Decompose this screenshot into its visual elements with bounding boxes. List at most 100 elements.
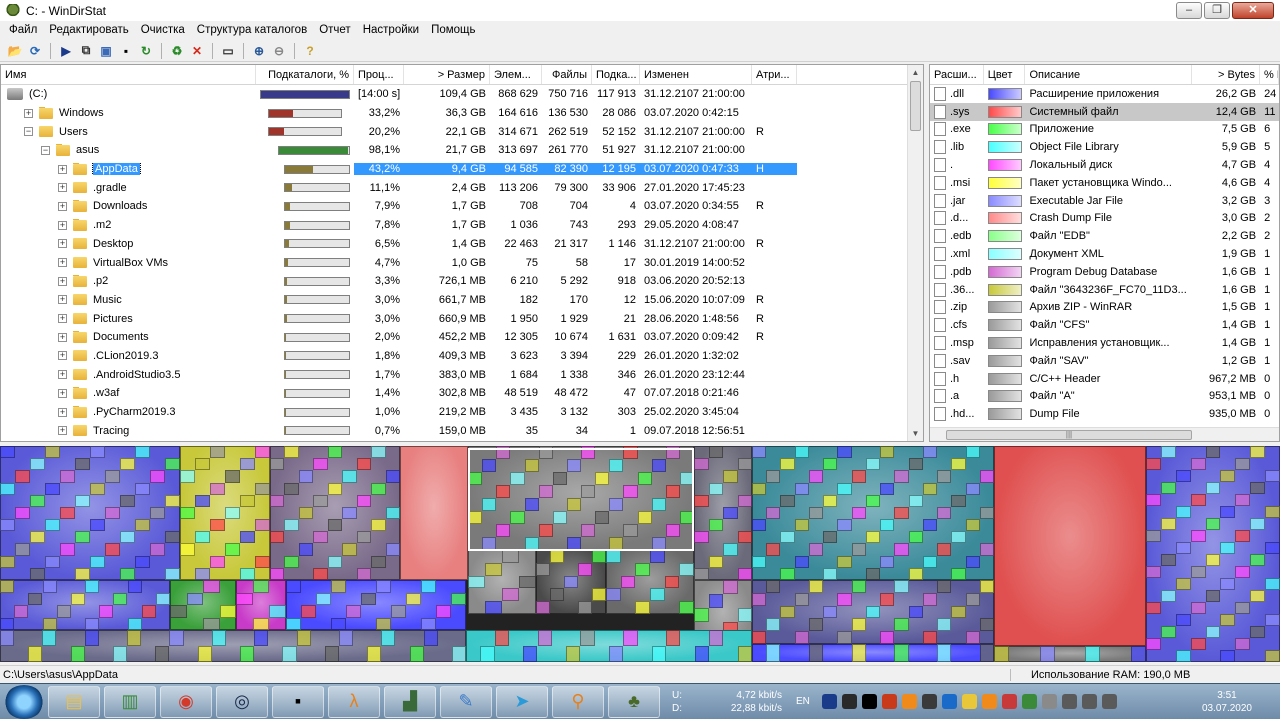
treemap-cell[interactable] [1265, 506, 1280, 518]
treemap-cell[interactable] [28, 646, 43, 662]
treemap-cell[interactable] [367, 646, 382, 662]
treemap-cell[interactable] [650, 588, 665, 602]
treemap-cell[interactable] [979, 470, 994, 483]
treemap-cell[interactable] [794, 592, 809, 606]
play-icon[interactable]: ▶ [57, 42, 75, 60]
treemap-cell[interactable] [965, 631, 980, 644]
treemap-cell[interactable] [922, 446, 938, 459]
treemap-cell[interactable] [922, 631, 938, 644]
treemap-cell[interactable] [519, 575, 536, 589]
taskbar-telegram-icon[interactable]: ➤ [496, 685, 548, 718]
treemap-cell[interactable] [225, 470, 240, 483]
ext-row[interactable]: .jar Executable Jar File 3,2 GB 3 [930, 192, 1279, 210]
treemap-cell[interactable] [56, 605, 71, 618]
treemap-cell[interactable] [120, 567, 135, 580]
treemap-cell[interactable] [195, 458, 210, 471]
treemap-cell[interactable] [42, 630, 57, 646]
network-icon[interactable] [1082, 694, 1097, 709]
treemap-cell[interactable] [316, 592, 331, 605]
treemap-cell[interactable] [155, 646, 170, 662]
treemap-cell[interactable] [1190, 458, 1206, 470]
treemap-cell[interactable] [794, 519, 809, 532]
treemap-cell[interactable] [1160, 590, 1176, 602]
treemap-cell[interactable] [1160, 554, 1176, 566]
treemap-cell[interactable] [694, 458, 709, 471]
treemap-cell[interactable] [865, 531, 881, 544]
treemap-cell[interactable] [342, 506, 357, 520]
treemap-cell[interactable] [105, 543, 120, 556]
treemap-cell[interactable] [865, 567, 881, 580]
treemap-cell[interactable] [737, 531, 752, 544]
treemap-cell[interactable] [409, 646, 424, 662]
taskbar-half-life-icon[interactable]: λ [328, 685, 380, 718]
treemap-cell[interactable] [651, 646, 667, 662]
treemap-cell[interactable] [1250, 590, 1266, 602]
treemap-cell[interactable] [14, 605, 29, 618]
treemap-cell[interactable] [391, 605, 406, 618]
treemap-cell[interactable] [327, 446, 343, 459]
display-icon[interactable] [862, 694, 877, 709]
treemap-cell[interactable] [880, 482, 895, 495]
treemap-cell[interactable] [385, 506, 400, 520]
expand-icon[interactable]: + [58, 164, 67, 174]
col-percent[interactable]: Проц... [354, 65, 404, 84]
expand-icon[interactable]: + [58, 426, 67, 436]
treemap-cell[interactable] [1146, 458, 1161, 470]
treemap-cell[interactable] [1250, 446, 1266, 458]
taskbar-paint-icon[interactable]: ✎ [440, 685, 492, 718]
treemap-cell[interactable] [1160, 626, 1176, 638]
treemap-cell[interactable] [1250, 518, 1266, 530]
bluetooth-icon[interactable] [822, 694, 837, 709]
treemap-cell[interactable] [1265, 578, 1280, 590]
menu-item[interactable]: Очистка [135, 24, 191, 36]
treemap-cell[interactable] [880, 592, 895, 606]
help-icon[interactable]: ? [301, 42, 319, 60]
treemap-cell[interactable] [808, 470, 824, 483]
tree-row[interactable]: + Downloads 7,9% 1,7 GB 708 704 4 03.07.2020 0:… [1, 197, 923, 216]
treemap-cell[interactable] [485, 562, 502, 576]
treemap-cell[interactable] [127, 630, 142, 646]
treemap-cell[interactable] [837, 592, 852, 606]
taskbar-monitor-icon[interactable]: ▥ [104, 685, 156, 718]
col-modified[interactable]: Изменен [640, 65, 752, 84]
treemap-cell[interactable] [210, 446, 225, 459]
treemap-cell[interactable] [286, 617, 301, 630]
treemap-cell[interactable] [1205, 482, 1221, 494]
treemap-cell[interactable] [708, 555, 723, 568]
treemap-cell[interactable] [270, 567, 285, 580]
treemap-cell[interactable] [356, 531, 372, 544]
treemap-cell[interactable] [75, 567, 90, 580]
treemap-cell[interactable] [794, 555, 809, 568]
treemap-cell[interactable] [15, 506, 30, 520]
treemap-cell[interactable] [965, 482, 980, 495]
warning-icon[interactable] [962, 694, 977, 709]
treemap-cell[interactable] [70, 592, 85, 605]
treemap-cell[interactable] [436, 605, 451, 618]
treemap-cell[interactable] [255, 482, 270, 495]
treemap-cell[interactable] [752, 592, 767, 606]
treemap-cell[interactable] [60, 470, 75, 483]
treemap-cell[interactable] [170, 605, 187, 618]
app-tray-icon[interactable] [942, 694, 957, 709]
treemap-cell[interactable] [60, 543, 75, 556]
scroll-thumb[interactable] [910, 81, 921, 131]
treemap-cell[interactable] [908, 494, 923, 507]
treemap-cell[interactable] [1175, 614, 1191, 626]
treemap-cell[interactable] [0, 555, 15, 568]
taskbar-terminal-icon[interactable]: ▪ [272, 685, 324, 718]
treemap-cell[interactable] [708, 482, 723, 495]
treemap-cell[interactable] [694, 608, 709, 622]
treemap-cell[interactable] [523, 646, 538, 662]
treemap-cell[interactable] [211, 630, 226, 646]
collapse-icon[interactable]: − [24, 127, 33, 137]
treemap-cell[interactable] [327, 519, 343, 532]
treemap-cell[interactable] [327, 482, 343, 495]
treemap-cell[interactable] [823, 531, 838, 544]
treemap-cell[interactable] [664, 575, 680, 589]
treemap-cell[interactable] [1175, 506, 1191, 518]
treemap-cell[interactable] [1235, 458, 1251, 470]
treemap-cell[interactable] [90, 555, 105, 568]
treemap-cell[interactable] [313, 567, 328, 580]
ext-row[interactable]: .hd... Dump File 935,0 MB 0 [930, 405, 1279, 423]
treemap-cell[interactable] [165, 494, 180, 507]
